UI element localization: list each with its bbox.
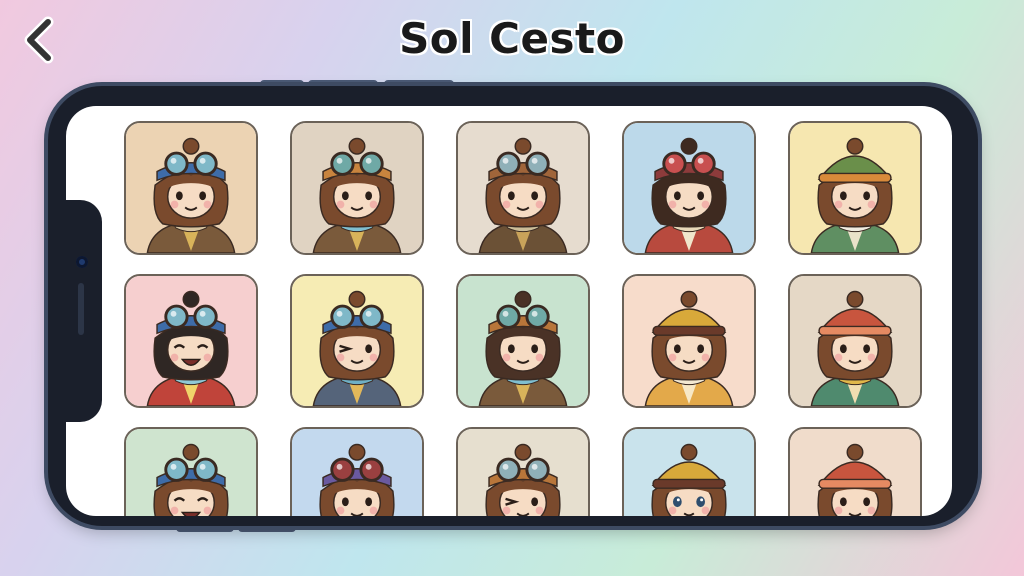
camera-icon xyxy=(76,256,88,268)
avatar-tile[interactable] xyxy=(124,274,258,408)
avatar-tile[interactable] xyxy=(788,274,922,408)
avatar-image xyxy=(458,276,588,406)
speaker-grille xyxy=(78,283,84,335)
avatar-image xyxy=(790,276,920,406)
avatar-tile[interactable] xyxy=(290,427,424,516)
avatar-tile[interactable] xyxy=(622,121,756,255)
avatar-image xyxy=(624,123,754,253)
avatar-image xyxy=(126,276,256,406)
avatar-image xyxy=(292,276,422,406)
avatar-tile[interactable] xyxy=(290,121,424,255)
avatar-tile[interactable] xyxy=(456,121,590,255)
avatar-image xyxy=(126,123,256,253)
avatar-tile[interactable] xyxy=(788,427,922,516)
phone-notch xyxy=(66,200,102,422)
avatar-image xyxy=(458,123,588,253)
phone-side-button xyxy=(176,525,234,532)
avatar-image xyxy=(126,429,256,516)
phone-screen xyxy=(66,106,952,516)
avatar-image xyxy=(292,123,422,253)
avatar-tile[interactable] xyxy=(622,427,756,516)
avatar-tile[interactable] xyxy=(622,274,756,408)
avatar-tile[interactable] xyxy=(124,121,258,255)
avatar-tile[interactable] xyxy=(290,274,424,408)
avatar-tile[interactable] xyxy=(124,427,258,516)
avatar-tile[interactable] xyxy=(788,121,922,255)
avatar-image xyxy=(458,429,588,516)
avatar-image xyxy=(292,429,422,516)
avatar-image xyxy=(790,429,920,516)
avatar-image xyxy=(624,276,754,406)
avatar-tile[interactable] xyxy=(456,274,590,408)
avatar-image xyxy=(790,123,920,253)
page-title: Sol Cesto xyxy=(399,14,625,63)
avatar-image xyxy=(624,429,754,516)
phone-side-button xyxy=(238,525,296,532)
avatar-tile[interactable] xyxy=(456,427,590,516)
